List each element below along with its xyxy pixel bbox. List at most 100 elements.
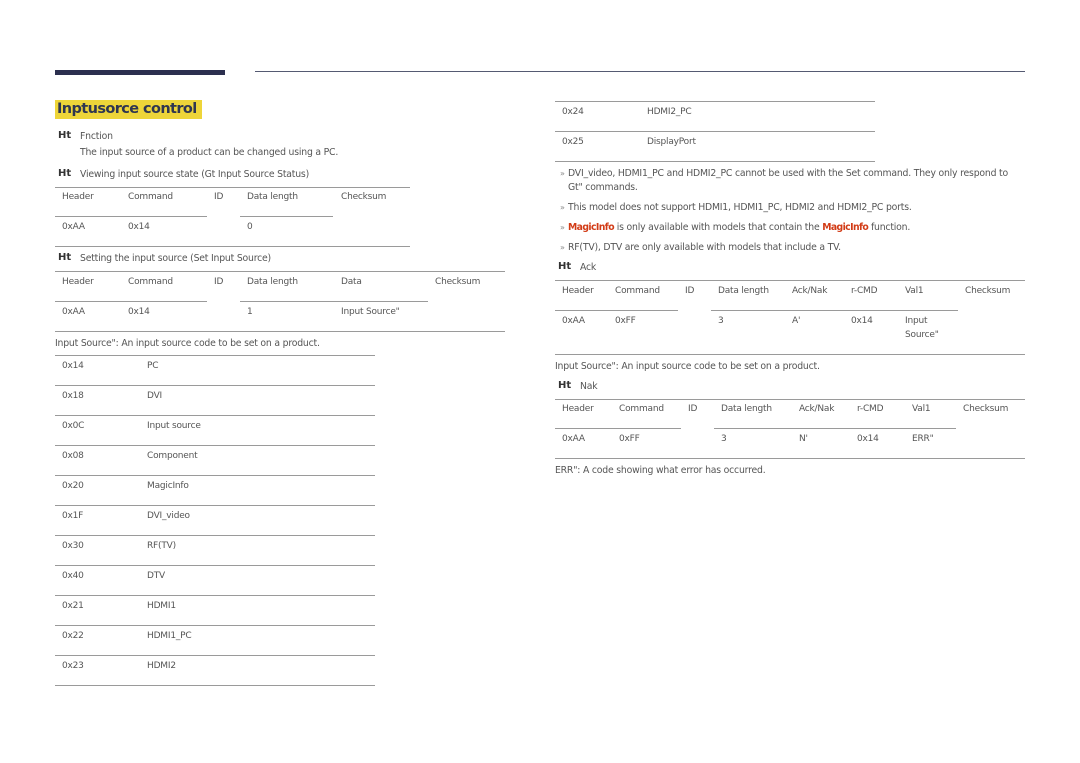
table-rule xyxy=(55,565,375,566)
table-cell: 0xAA xyxy=(62,222,85,232)
table-header-cell: Ack/Nak xyxy=(792,286,828,296)
source-name: HDMI1 xyxy=(147,601,176,611)
source-code: 0x21 xyxy=(62,601,84,611)
source-code: 0x1F xyxy=(62,511,84,521)
table-header-cell: Val1 xyxy=(905,286,924,296)
source-name: DVI xyxy=(147,391,162,401)
table-header-cell: r-CMD xyxy=(857,404,884,414)
table-rule xyxy=(55,655,375,656)
ht-marker: Ht xyxy=(558,261,572,272)
ht-marker: Ht xyxy=(58,252,72,263)
table-cell: 0x14 xyxy=(857,434,879,444)
source-name: DisplayPort xyxy=(647,137,696,147)
table-cell: 0xAA xyxy=(562,434,585,444)
source-code: 0x40 xyxy=(62,571,84,581)
table-cell: 0xAA xyxy=(562,316,585,326)
source-code: 0x08 xyxy=(62,451,84,461)
table-header-cell: r-CMD xyxy=(851,286,878,296)
table-cell: N' xyxy=(799,434,808,444)
table-header-cell: Data length xyxy=(721,404,772,414)
source-name: HDMI2 xyxy=(147,661,176,671)
source-code: 0x0C xyxy=(62,421,85,431)
table-cell: 0xAA xyxy=(62,307,85,317)
source-code: 0x14 xyxy=(62,361,84,371)
source-code: 0x23 xyxy=(62,661,84,671)
table-header-cell: Command xyxy=(615,286,660,296)
table-rule xyxy=(555,458,1025,459)
table-cell: 3 xyxy=(721,434,727,444)
table-header-cell: Header xyxy=(62,277,94,287)
magicinfo-highlight: MagicInfo xyxy=(822,222,869,233)
ht-marker: Ht xyxy=(58,130,72,141)
ht-marker: Ht xyxy=(58,168,72,179)
table-header-cell: Header xyxy=(62,192,94,202)
table-rule xyxy=(55,385,375,386)
set-heading: Setting the input source (Set Input Sour… xyxy=(80,253,271,264)
note-item: RF(TV), DTV are only available with mode… xyxy=(568,242,841,253)
function-description: The input source of a product can be cha… xyxy=(80,147,339,158)
table-rule xyxy=(55,301,207,302)
source-code: 0x24 xyxy=(562,107,584,117)
table-header-cell: ID xyxy=(214,192,224,202)
source-code: 0x20 xyxy=(62,481,84,491)
table-rule xyxy=(55,685,375,686)
source-code: 0x22 xyxy=(62,631,84,641)
table-rule xyxy=(55,505,375,506)
section-title: Inptusorce control xyxy=(55,100,202,119)
bullet-icon: » xyxy=(560,203,565,212)
table-rule xyxy=(240,301,428,302)
table-rule xyxy=(555,131,875,132)
source-name: HDMI1_PC xyxy=(147,631,192,641)
table-rule xyxy=(55,355,375,356)
input-source-note: Input Source": An input source code to b… xyxy=(55,338,320,349)
table-rule xyxy=(714,428,956,429)
bullet-icon: » xyxy=(560,243,565,252)
table-header-cell: ID xyxy=(214,277,224,287)
err-note: ERR": A code showing what error has occu… xyxy=(555,465,766,476)
nak-heading: Nak xyxy=(580,381,598,392)
table-cell: 3 xyxy=(718,316,724,326)
table-header-cell: Command xyxy=(128,192,173,202)
magicinfo-highlight: MagicInfo xyxy=(568,222,615,233)
table-rule xyxy=(55,535,375,536)
table-header-cell: Checksum xyxy=(965,286,1011,296)
table-header-cell: Data length xyxy=(247,277,298,287)
source-name: Input source xyxy=(147,421,201,431)
table-header-cell: ID xyxy=(688,404,698,414)
ht-marker: Ht xyxy=(558,380,572,391)
table-header-cell: Checksum xyxy=(341,192,387,202)
table-header-cell: Data xyxy=(341,277,362,287)
table-header-cell: Command xyxy=(128,277,173,287)
table-rule xyxy=(55,415,375,416)
ack-heading: Ack xyxy=(580,262,597,273)
table-rule xyxy=(555,280,1025,281)
table-rule xyxy=(711,310,958,311)
table-cell: 1 xyxy=(247,307,253,317)
source-name: RF(TV) xyxy=(147,541,176,551)
bullet-icon: » xyxy=(560,223,565,232)
source-name: MagicInfo xyxy=(147,481,189,491)
table-cell: 0xFF xyxy=(615,316,636,326)
table-cell: 0 xyxy=(247,222,253,232)
table-rule xyxy=(555,399,1025,400)
note-item: This model does not support HDMI1, HDMI1… xyxy=(568,202,912,213)
ack-input-source-note: Input Source": An input source code to b… xyxy=(555,361,820,372)
table-cell: ERR" xyxy=(912,434,934,444)
source-name: DTV xyxy=(147,571,165,581)
table-header-cell: Header xyxy=(562,404,594,414)
table-cell: 0xFF xyxy=(619,434,640,444)
table-cell: 0x14 xyxy=(851,316,873,326)
table-cell: 0x14 xyxy=(128,307,150,317)
source-name: Component xyxy=(147,451,198,461)
bullet-icon: » xyxy=(560,169,565,178)
table-rule xyxy=(555,310,678,311)
table-rule xyxy=(55,187,410,188)
note-item: DVI_video, HDMI1_PC and HDMI2_PC cannot … xyxy=(568,168,1008,179)
function-heading: Fnction xyxy=(80,131,113,142)
note-item: MagicInfo is only available with models … xyxy=(568,222,910,233)
table-header-cell: Command xyxy=(619,404,664,414)
table-cell: Source" xyxy=(905,330,939,340)
page-header-rule xyxy=(255,71,1025,72)
page-header-bar xyxy=(55,70,225,75)
table-cell: Input Source" xyxy=(341,307,400,317)
